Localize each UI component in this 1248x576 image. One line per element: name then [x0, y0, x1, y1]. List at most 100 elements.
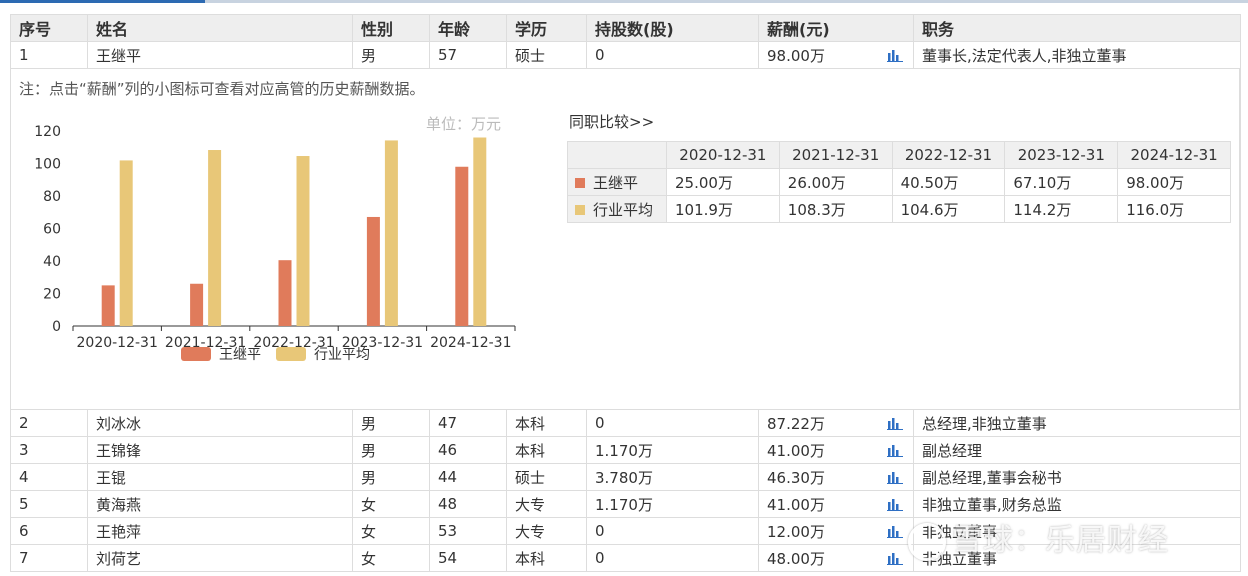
- active-tab-indicator: [0, 0, 205, 3]
- cell-name: 王锟: [87, 463, 353, 491]
- compare-link[interactable]: 同职比较>>: [569, 111, 654, 132]
- cell-education: 大专: [506, 490, 587, 518]
- compare-label: 王继平: [567, 168, 667, 196]
- cell-gender: 女: [352, 517, 430, 545]
- compare-value: 116.0万: [1117, 195, 1231, 223]
- cell-no: 4: [10, 463, 88, 491]
- cell-education: 本科: [506, 436, 587, 464]
- header-role[interactable]: 职务: [913, 14, 1241, 42]
- cell-education: 大专: [506, 517, 587, 545]
- compare-label-text: 王继平: [593, 173, 639, 192]
- bar-chart-icon[interactable]: [887, 552, 903, 565]
- compare-date: 2020-12-31: [666, 141, 780, 169]
- cell-name: 刘冰冰: [87, 409, 353, 437]
- pay-value: 48.00万: [767, 549, 825, 568]
- cell-shares: 1.170万: [586, 436, 759, 464]
- compare-row-person: 王继平 25.00万 26.00万 40.50万 67.10万 98.00万: [567, 168, 1231, 196]
- cell-name: 王艳萍: [87, 517, 353, 545]
- bar-chart-icon[interactable]: [887, 525, 903, 538]
- bar-chart-icon[interactable]: [887, 49, 903, 62]
- cell-no: 1: [10, 41, 88, 69]
- bar-person: [190, 283, 204, 326]
- cell-shares: 3.780万: [586, 463, 759, 491]
- cell-shares: 1.170万: [586, 490, 759, 518]
- bar-chart-icon[interactable]: [887, 498, 903, 511]
- y-tick-label: 100: [34, 157, 61, 173]
- cell-shares: 0: [586, 517, 759, 545]
- cell-shares: 0: [586, 544, 759, 572]
- cell-role: 非独立董事,财务总监: [913, 490, 1241, 518]
- compare-label-text: 行业平均: [593, 200, 654, 219]
- bar-person: [366, 216, 380, 326]
- compare-row-average: 行业平均 101.9万 108.3万 104.6万 114.2万 116.0万: [567, 195, 1231, 223]
- bar-person: [278, 260, 292, 326]
- header-pay[interactable]: 薪酬(元): [758, 14, 914, 42]
- header-education[interactable]: 学历: [506, 14, 587, 42]
- snowball-logo-icon: [908, 522, 946, 561]
- cell-age: 48: [429, 490, 507, 518]
- pay-value: 41.00万: [767, 495, 825, 514]
- table-row: 2 刘冰冰男 47 本科 0 87.22万 总经理,非独立董事: [10, 409, 1241, 437]
- cell-role: 总经理,非独立董事: [913, 409, 1241, 437]
- cell-name: 王继平: [87, 41, 353, 69]
- x-tick-label: 2020-12-31: [77, 335, 158, 351]
- legend-label-person: 王继平: [219, 347, 261, 363]
- cell-no: 3: [10, 436, 88, 464]
- cell-pay: 41.00万: [758, 490, 914, 518]
- compare-date: 2022-12-31: [891, 141, 1006, 169]
- cell-education: 本科: [506, 409, 587, 437]
- cell-gender: 男: [352, 436, 430, 464]
- legend-swatch-average: [575, 205, 585, 215]
- header-no[interactable]: 序号: [10, 14, 88, 42]
- bar-chart-icon[interactable]: [887, 444, 903, 457]
- cell-gender: 男: [352, 463, 430, 491]
- bar-chart-icon[interactable]: [887, 471, 903, 484]
- pay-value: 41.00万: [767, 441, 825, 460]
- cell-pay: 41.00万: [758, 436, 914, 464]
- cell-role: 副总经理,董事会秘书: [913, 463, 1241, 491]
- table-row: 3 王锦锋男 46 本科 1.170万 41.00万 副总经理: [10, 436, 1241, 464]
- table-row: 5 黄海燕女 48 大专 1.170万 41.00万 非独立董事,财务总监: [10, 490, 1241, 518]
- pay-value: 46.30万: [767, 468, 825, 487]
- header-name[interactable]: 姓名: [87, 14, 353, 42]
- compare-value: 104.6万: [891, 195, 1006, 223]
- bar-person: [455, 166, 469, 326]
- cell-education: 硕士: [506, 463, 587, 491]
- compare-label: 行业平均: [567, 195, 667, 223]
- cell-age: 44: [429, 463, 507, 491]
- cell-age: 54: [429, 544, 507, 572]
- cell-education: 硕士: [506, 41, 587, 69]
- pay-history-chart: 0204060801001202020-12-31 2021-12-31 2022-…: [34, 124, 516, 363]
- cell-pay: 98.00万: [758, 41, 914, 69]
- cell-age: 57: [429, 41, 507, 69]
- cell-name: 黄海燕: [87, 490, 353, 518]
- header-age[interactable]: 年龄: [429, 14, 507, 42]
- compare-value: 108.3万: [778, 195, 893, 223]
- bar-average: [384, 140, 398, 326]
- compare-value: 67.10万: [1004, 168, 1119, 196]
- y-tick-label: 60: [43, 222, 61, 238]
- compare-date: 2024-12-31: [1117, 141, 1231, 169]
- pay-value: 98.00万: [767, 46, 825, 65]
- table-row: 4 王锟男 44 硕士 3.780万 46.30万 副总经理,董事会秘书: [10, 463, 1241, 491]
- compare-header-row: 2020-12-31 2021-12-31 2022-12-31 2023-12…: [567, 141, 1231, 169]
- top-bar: [0, 0, 1248, 3]
- cell-gender: 女: [352, 544, 430, 572]
- bar-average: [208, 150, 222, 326]
- cell-pay: 48.00万: [758, 544, 914, 572]
- cell-education: 本科: [506, 544, 587, 572]
- cell-no: 7: [10, 544, 88, 572]
- compare-value: 40.50万: [891, 168, 1006, 196]
- compare-corner: [567, 141, 667, 169]
- y-tick-label: 80: [43, 189, 61, 205]
- x-tick-label: 2024-12-31: [430, 335, 511, 351]
- cell-gender: 女: [352, 490, 430, 518]
- legend-swatch-person: [181, 347, 211, 361]
- cell-age: 47: [429, 409, 507, 437]
- pay-note: 注：点击“薪酬”列的小图标可查看对应高管的历史薪酬数据。: [19, 80, 425, 98]
- bar-chart-icon[interactable]: [887, 417, 903, 430]
- header-shares[interactable]: 持股数(股): [586, 14, 759, 42]
- pay-value: 87.22万: [767, 414, 825, 433]
- y-tick-label: 40: [43, 254, 61, 270]
- header-gender[interactable]: 性别: [352, 14, 430, 42]
